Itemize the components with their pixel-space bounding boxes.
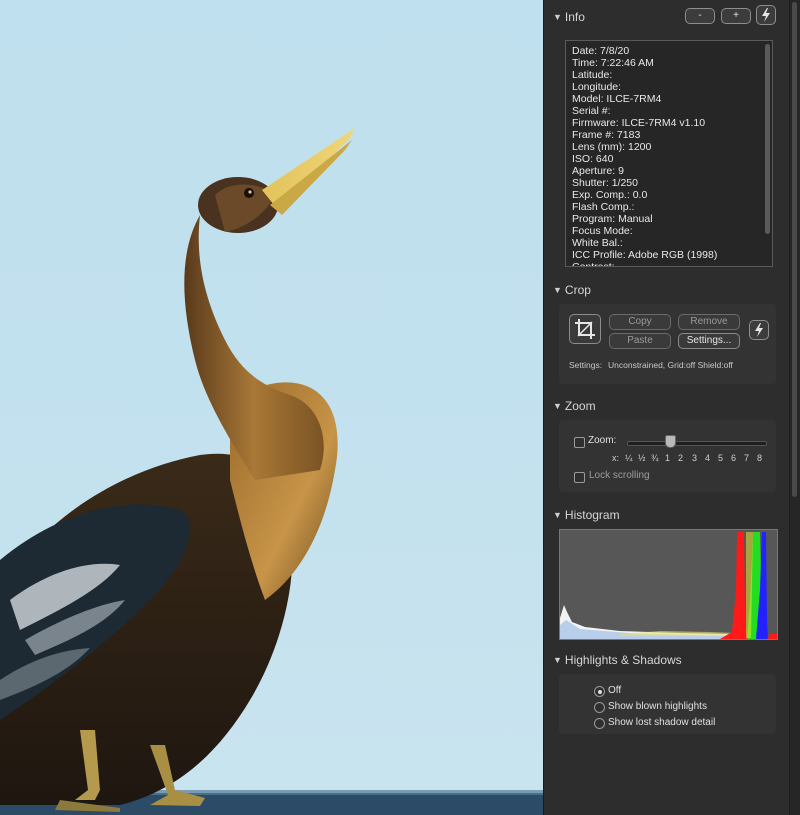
crop-section-header[interactable]: ▼ Crop: [553, 283, 591, 297]
crop-copy-button[interactable]: Copy: [609, 314, 671, 330]
info-line: Serial #:: [572, 105, 611, 117]
bird-photo: [0, 128, 543, 815]
info-line: Program: Manual: [572, 213, 653, 225]
info-line: Lens (mm): 1200: [572, 141, 652, 153]
info-line: Contrast:: [572, 261, 615, 267]
info-line: Frame #: 7183: [572, 129, 641, 141]
histogram-chart: [559, 529, 778, 640]
zoom-slider-track[interactable]: [627, 441, 767, 446]
info-metadata-list[interactable]: Date: 7/8/20 Time: 7:22:46 AM Latitude: Lon…: [565, 40, 773, 267]
inspector-panel: ▼ Info - + Date: 7/8/20 Time: 7:22:46 AM La…: [543, 0, 800, 815]
zoom-tick-label[interactable]: 8: [757, 453, 762, 463]
lock-scrolling-checkbox[interactable]: [574, 472, 585, 483]
info-line: ISO: 640: [572, 153, 614, 165]
highlights-radio-2[interactable]: [594, 718, 605, 729]
highlights-radio-0[interactable]: [594, 686, 605, 697]
photo-preview[interactable]: [0, 0, 543, 815]
crop-settings-button[interactable]: Settings...: [678, 333, 740, 349]
zoom-tick-label[interactable]: 4: [705, 453, 710, 463]
zoom-tick-label[interactable]: 6: [731, 453, 736, 463]
highlights-radio-1[interactable]: [594, 702, 605, 713]
disclosure-triangle-icon[interactable]: ▼: [553, 401, 562, 411]
zoom-title: Zoom: [564, 399, 596, 413]
info-section-header[interactable]: ▼ Info: [553, 10, 585, 24]
highlights-title: Highlights & Shadows: [564, 653, 682, 667]
zoom-tick-label[interactable]: 1: [665, 453, 670, 463]
crop-icon: [575, 319, 595, 339]
zoom-tick-label[interactable]: ½: [638, 453, 646, 463]
disclosure-triangle-icon[interactable]: ▼: [553, 285, 562, 295]
info-line: Exp. Comp.: 0.0: [572, 189, 648, 201]
panel-scrollbar[interactable]: [789, 0, 800, 815]
lightning-icon: [762, 8, 770, 22]
histogram-graph: [560, 532, 777, 639]
info-line: Shutter: 1/250: [572, 177, 638, 189]
crop-settings-caption: Settings:: [569, 360, 603, 370]
info-line: Date: 7/8/20: [572, 45, 630, 57]
info-line: Latitude:: [572, 69, 613, 81]
info-line: ICC Profile: Adobe RGB (1998): [572, 249, 718, 261]
plus-button[interactable]: +: [721, 8, 751, 24]
zoom-slider-thumb[interactable]: [665, 435, 676, 448]
minus-button[interactable]: -: [685, 8, 715, 24]
lightning-icon: [755, 323, 763, 337]
zoom-tick-label[interactable]: ¾: [651, 453, 659, 463]
zoom-tick-label[interactable]: 3: [692, 453, 697, 463]
highlights-section-header[interactable]: ▼ Highlights & Shadows: [553, 653, 682, 667]
zoom-tick-label[interactable]: 7: [744, 453, 749, 463]
info-action-button[interactable]: [756, 5, 776, 25]
panel-scrollbar-thumb[interactable]: [792, 2, 797, 497]
disclosure-triangle-icon[interactable]: ▼: [553, 510, 562, 520]
crop-settings-value: Unconstrained, Grid:off Shield:off: [608, 360, 733, 370]
crop-title: Crop: [564, 283, 591, 297]
highlights-option-label[interactable]: Show lost shadow detail: [608, 717, 715, 728]
lock-scrolling-label: Lock scrolling: [589, 470, 650, 481]
crop-tool-button[interactable]: [569, 314, 601, 344]
crop-remove-button[interactable]: Remove: [678, 314, 740, 330]
crop-paste-button[interactable]: Paste: [609, 333, 671, 349]
histogram-title: Histogram: [564, 508, 620, 522]
info-line: Aperture: 9: [572, 165, 624, 177]
histogram-section-header[interactable]: ▼ Histogram: [553, 508, 620, 522]
highlights-option-label[interactable]: Off: [608, 685, 621, 696]
highlights-option-label[interactable]: Show blown highlights: [608, 701, 707, 712]
info-scrollbar[interactable]: [765, 44, 770, 234]
info-line: Model: ILCE-7RM4: [572, 93, 662, 105]
info-line: White Bal.:: [572, 237, 623, 249]
zoom-tick-label[interactable]: 2: [678, 453, 683, 463]
zoom-label: Zoom:: [588, 435, 617, 446]
zoom-checkbox[interactable]: [574, 437, 585, 448]
info-line: Focus Mode:: [572, 225, 633, 237]
info-line: Firmware: ILCE-7RM4 v1.10: [572, 117, 706, 129]
info-line: Time: 7:22:46 AM: [572, 57, 654, 69]
info-title: Info: [564, 10, 585, 24]
zoom-tick-label[interactable]: ¼: [625, 453, 633, 463]
disclosure-triangle-icon[interactable]: ▼: [553, 12, 562, 22]
crop-action-button[interactable]: [749, 320, 769, 340]
zoom-tick-label[interactable]: 5: [718, 453, 723, 463]
disclosure-triangle-icon[interactable]: ▼: [553, 655, 562, 665]
histogram-red-channel: [720, 532, 747, 639]
zoom-section-header[interactable]: ▼ Zoom: [553, 399, 596, 413]
info-line: Flash Comp.:: [572, 201, 635, 213]
info-line: Longitude:: [572, 81, 622, 93]
zoom-x-label: x:: [612, 453, 620, 463]
